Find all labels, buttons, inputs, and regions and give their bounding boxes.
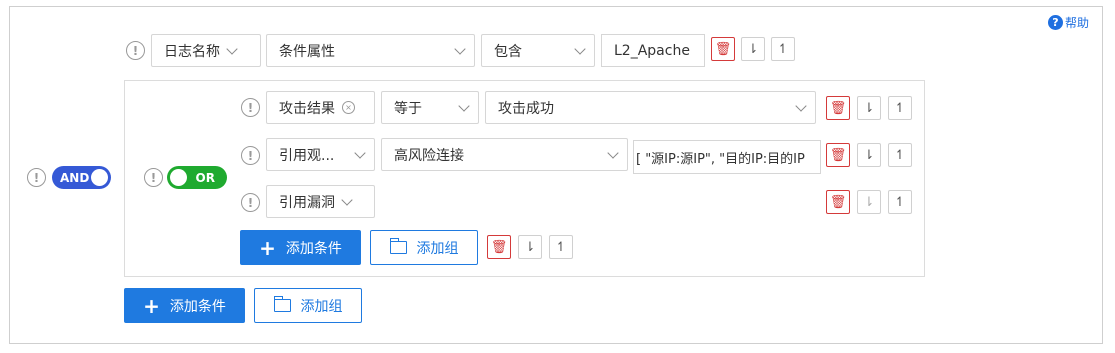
info-icon: ! bbox=[241, 193, 260, 212]
move-down-button[interactable]: ⇂ bbox=[741, 37, 765, 61]
trash-icon: 🗑 bbox=[829, 147, 847, 163]
delete-group-button[interactable]: 🗑 bbox=[487, 235, 511, 259]
arrow-up-icon: ↿ bbox=[894, 147, 906, 163]
info-icon: ! bbox=[241, 146, 260, 165]
chevron-down-icon bbox=[341, 193, 353, 206]
value-field-text: [ "源IP:源IP", "目的IP:目的IP bbox=[636, 151, 805, 167]
group-add-condition-button[interactable]: + 添加条件 bbox=[240, 230, 361, 265]
info-icon: ! bbox=[126, 41, 145, 60]
chevron-down-icon bbox=[354, 147, 366, 159]
help-label: 帮助 bbox=[1065, 16, 1090, 30]
arrow-up-icon: ↿ bbox=[894, 194, 906, 210]
operator-select[interactable]: 包含 bbox=[481, 34, 595, 67]
delete-button[interactable]: 🗑 bbox=[826, 190, 850, 214]
trash-icon: 🗑 bbox=[714, 41, 732, 57]
move-down-button[interactable]: ⇂ bbox=[518, 235, 542, 259]
chevron-down-icon bbox=[574, 43, 586, 55]
log-name-select[interactable]: 日志名称 bbox=[151, 34, 261, 67]
value-select-value: 攻击成功 bbox=[498, 100, 554, 117]
toggle-knob bbox=[91, 169, 108, 186]
move-up-button[interactable]: ↿ bbox=[771, 37, 795, 61]
trash-icon: 🗑 bbox=[829, 194, 847, 210]
arrow-down-icon: ⇂ bbox=[747, 41, 759, 57]
move-up-button[interactable]: ↿ bbox=[888, 190, 912, 214]
chevron-down-icon bbox=[226, 42, 238, 55]
trash-icon: 🗑 bbox=[490, 239, 508, 255]
arrow-down-icon: ⇂ bbox=[863, 194, 875, 210]
move-up-button[interactable]: ↿ bbox=[888, 143, 912, 167]
operator-select-value: 等于 bbox=[394, 100, 422, 117]
move-up-button[interactable]: ↿ bbox=[549, 235, 573, 259]
add-condition-label: 添加条件 bbox=[169, 298, 226, 315]
field-select[interactable]: 引用漏洞 bbox=[266, 185, 375, 218]
plus-icon: + bbox=[259, 235, 276, 260]
value-select[interactable]: 攻击成功 bbox=[485, 91, 816, 124]
root-add-condition-button[interactable]: + 添加条件 bbox=[124, 288, 245, 323]
move-down-button[interactable]: ⇂ bbox=[857, 190, 881, 214]
operator-select[interactable]: 高风险连接 bbox=[381, 138, 628, 171]
chevron-down-icon bbox=[795, 100, 807, 112]
move-down-button[interactable]: ⇂ bbox=[857, 143, 881, 167]
logic-toggle-label: OR bbox=[195, 170, 215, 185]
toggle-knob bbox=[170, 169, 187, 186]
field-select[interactable]: 攻击结果 × bbox=[266, 91, 375, 124]
delete-button[interactable]: 🗑 bbox=[826, 143, 850, 167]
field-select-value: 引用漏洞 bbox=[279, 194, 335, 211]
chevron-down-icon bbox=[458, 100, 470, 112]
arrow-up-icon: ↿ bbox=[894, 100, 906, 116]
arrow-down-icon: ⇂ bbox=[863, 147, 875, 163]
value-field[interactable]: L2_Apache bbox=[601, 34, 705, 67]
folder-add-icon bbox=[273, 296, 291, 312]
arrow-up-icon: ↿ bbox=[555, 239, 567, 255]
logic-toggle-and[interactable]: AND bbox=[52, 166, 111, 189]
chevron-down-icon bbox=[454, 43, 466, 55]
info-icon: ! bbox=[27, 168, 46, 187]
folder-add-icon bbox=[389, 238, 407, 254]
operator-select[interactable]: 等于 bbox=[381, 91, 479, 124]
add-group-label: 添加组 bbox=[416, 240, 459, 257]
root-add-group-button[interactable]: 添加组 bbox=[254, 288, 362, 323]
move-down-button[interactable]: ⇂ bbox=[857, 96, 881, 120]
logic-toggle-label: AND bbox=[60, 170, 90, 185]
log-name-select-value: 日志名称 bbox=[164, 43, 220, 60]
value-field-text: L2_Apache bbox=[614, 42, 690, 59]
plus-icon: + bbox=[143, 293, 160, 318]
chevron-down-icon bbox=[607, 147, 619, 159]
attribute-select-value: 条件属性 bbox=[279, 43, 335, 60]
add-group-label: 添加组 bbox=[300, 298, 343, 315]
field-select-value: 引用观... bbox=[279, 147, 335, 164]
value-field[interactable]: [ "源IP:源IP", "目的IP:目的IP bbox=[633, 140, 821, 174]
operator-select-value: 高风险连接 bbox=[394, 147, 464, 164]
add-condition-label: 添加条件 bbox=[285, 240, 342, 257]
info-icon: ! bbox=[144, 168, 163, 187]
delete-button[interactable]: 🗑 bbox=[711, 37, 735, 61]
logic-toggle-or[interactable]: OR bbox=[167, 166, 227, 189]
help-link[interactable]: ? 帮助 bbox=[1048, 14, 1089, 31]
attribute-select[interactable]: 条件属性 bbox=[266, 34, 475, 67]
field-select-value: 攻击结果 bbox=[279, 100, 335, 117]
arrow-down-icon: ⇂ bbox=[524, 239, 536, 255]
group-add-group-button[interactable]: 添加组 bbox=[370, 230, 478, 265]
arrow-up-icon: ↿ bbox=[777, 41, 789, 57]
clear-icon[interactable]: × bbox=[342, 101, 355, 114]
question-circle-icon: ? bbox=[1048, 15, 1063, 30]
move-up-button[interactable]: ↿ bbox=[888, 96, 912, 120]
operator-select-value: 包含 bbox=[494, 43, 522, 60]
info-icon: ! bbox=[241, 98, 260, 117]
field-select[interactable]: 引用观... bbox=[266, 138, 375, 171]
trash-icon: 🗑 bbox=[829, 100, 847, 116]
arrow-down-icon: ⇂ bbox=[863, 100, 875, 116]
delete-button[interactable]: 🗑 bbox=[826, 96, 850, 120]
